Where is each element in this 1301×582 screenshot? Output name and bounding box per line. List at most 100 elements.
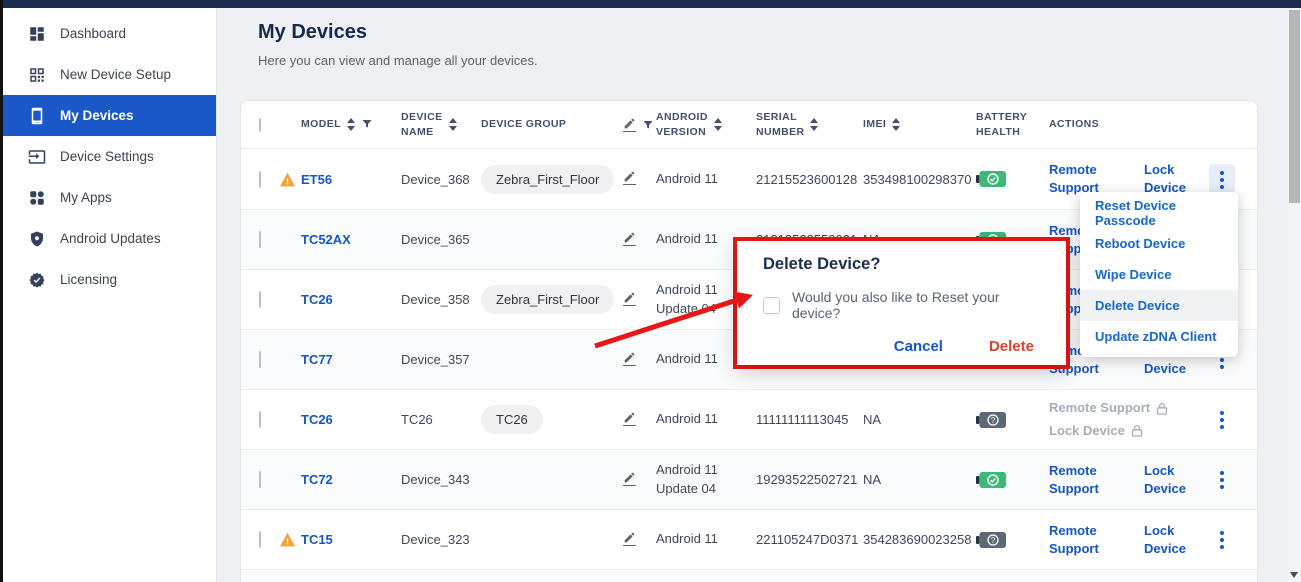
cancel-button[interactable]: Cancel: [894, 338, 943, 355]
remote-support-link[interactable]: Remote Support: [1049, 462, 1144, 497]
device-group-chip: Zebra_First_Floor: [481, 165, 614, 194]
apps-icon: [27, 188, 46, 207]
actions-cell: Remote SupportLock Device: [1049, 397, 1209, 441]
column-header-device-name[interactable]: DEVICE NAME: [401, 110, 443, 138]
scrollbar-track[interactable]: [1288, 8, 1301, 582]
page-title: My Devices: [258, 21, 367, 44]
edit-icon[interactable]: [623, 471, 636, 486]
row-checkbox[interactable]: [259, 531, 261, 548]
edit-icon[interactable]: [623, 117, 636, 132]
column-header-android-version[interactable]: ANDROID VERSION: [656, 110, 708, 138]
sidebar-item-new-device-setup[interactable]: New Device Setup: [3, 54, 216, 95]
device-model-link[interactable]: TC15: [301, 532, 333, 547]
row-more-actions-button[interactable]: [1209, 524, 1235, 556]
sidebar-item-label: New Device Setup: [60, 67, 171, 82]
warning-icon: [279, 172, 301, 187]
sidebar-item-my-devices[interactable]: My Devices: [3, 95, 216, 136]
scrollbar-thumb[interactable]: [1289, 10, 1300, 203]
qr-code-icon: [27, 65, 46, 84]
page-subtitle: Here you can view and manage all your de…: [258, 53, 538, 68]
column-header-actions: ACTIONS: [1049, 117, 1099, 131]
sort-icon[interactable]: [810, 118, 818, 131]
sidebar-item-label: Device Settings: [60, 149, 154, 164]
device-model-link[interactable]: TC52AX: [301, 232, 351, 247]
battery-good-icon: [976, 171, 1049, 187]
row-more-actions-button[interactable]: [1209, 164, 1235, 196]
row-actions-menu: Reset Device PasscodeReboot DeviceWipe D…: [1080, 192, 1238, 357]
serial-number-cell: 19293522502721: [756, 472, 863, 487]
sidebar-item-dashboard[interactable]: Dashboard: [3, 13, 216, 54]
row-checkbox[interactable]: [259, 171, 261, 188]
remote-support-link-disabled: Remote Support: [1049, 397, 1168, 419]
sidebar-item-label: Licensing: [60, 272, 117, 287]
device-model-link[interactable]: TC77: [301, 352, 333, 367]
scrollbar-down-arrow-icon[interactable]: [1290, 572, 1298, 578]
edit-icon[interactable]: [623, 411, 636, 426]
row-checkbox[interactable]: [259, 471, 261, 488]
row-checkbox[interactable]: [259, 411, 261, 428]
sort-icon[interactable]: [347, 118, 355, 131]
device-name-cell: Device_358: [401, 292, 481, 307]
android-version-cell: Android 11 Update 04: [656, 461, 756, 499]
device-group-chip: TC26: [481, 405, 543, 434]
device-model-link[interactable]: TC26: [301, 292, 333, 307]
remote-support-link[interactable]: Remote Support: [1049, 522, 1144, 557]
menu-item-wipe-device[interactable]: Wipe Device: [1080, 259, 1238, 290]
column-header-imei[interactable]: IMEI: [863, 117, 886, 131]
dashboard-icon: [27, 24, 46, 43]
sidebar-item-android-updates[interactable]: Android Updates: [3, 218, 216, 259]
table-row: TC26TC26TC26Android 1111111111113045NA?R…: [241, 389, 1257, 449]
column-header-battery-health[interactable]: BATTERY HEALTH: [976, 110, 1027, 138]
sidebar-nav: Dashboard New Device Setup My Devices Devic…: [3, 8, 217, 582]
filter-icon[interactable]: [642, 119, 654, 131]
battery-unknown-icon: ?: [976, 412, 1049, 428]
sidebar-item-label: Dashboard: [60, 26, 126, 41]
device-model-link[interactable]: TC26: [301, 412, 333, 427]
sidebar-item-label: Android Updates: [60, 231, 161, 246]
menu-item-delete-device[interactable]: Delete Device: [1080, 290, 1238, 321]
sidebar-item-my-apps[interactable]: My Apps: [3, 177, 216, 218]
table-row: TC15Device_323Android 11221105247D037135…: [241, 509, 1257, 569]
lock-device-link[interactable]: Lock Device: [1144, 522, 1209, 557]
sidebar-item-licensing[interactable]: Licensing: [3, 259, 216, 300]
android-version-cell: Android 11: [656, 170, 756, 189]
smartphone-icon: [27, 106, 46, 125]
menu-item-reset-device-passcode[interactable]: Reset Device Passcode: [1080, 197, 1238, 228]
row-checkbox[interactable]: [259, 351, 261, 368]
column-header-model[interactable]: MODEL: [301, 117, 341, 131]
android-version-cell: Android 11: [656, 410, 756, 429]
row-checkbox[interactable]: [259, 231, 261, 248]
edit-icon[interactable]: [623, 170, 636, 185]
imei-cell: 353498100298370: [863, 172, 976, 187]
device-name-cell: Device_323: [401, 532, 481, 547]
sort-icon[interactable]: [892, 118, 900, 131]
filter-icon[interactable]: [361, 118, 373, 130]
dialog-title: Delete Device?: [763, 255, 1040, 274]
lock-device-link[interactable]: Lock Device: [1144, 462, 1209, 497]
edit-icon[interactable]: [623, 531, 636, 546]
sort-icon[interactable]: [449, 118, 457, 131]
column-header-device-group[interactable]: DEVICE GROUP: [481, 117, 566, 131]
window-left-border: [0, 0, 3, 582]
sort-icon[interactable]: [714, 118, 722, 131]
menu-item-reboot-device[interactable]: Reboot Device: [1080, 228, 1238, 259]
serial-number-cell: 21215523600128: [756, 172, 863, 187]
select-all-checkbox[interactable]: [259, 118, 261, 132]
app-window: Dashboard New Device Setup My Devices Devic…: [0, 0, 1301, 582]
sidebar-item-device-settings[interactable]: Device Settings: [3, 136, 216, 177]
row-more-actions-button[interactable]: [1209, 404, 1235, 436]
device-model-link[interactable]: TC72: [301, 472, 333, 487]
column-header-serial-number[interactable]: SERIAL NUMBER: [756, 110, 804, 138]
reset-device-checkbox-label: Would you also like to Reset your device…: [792, 289, 1040, 321]
row-more-actions-button[interactable]: [1209, 464, 1235, 496]
svg-text:?: ?: [991, 415, 996, 424]
edit-icon[interactable]: [623, 231, 636, 246]
warning-icon: [279, 532, 301, 547]
table-header-row: MODEL DEVICE NAME DEVICE GROUP ANDROID V…: [241, 101, 1257, 149]
table-row: TC72Device_343Android 11 Update 04192935…: [241, 449, 1257, 509]
device-model-link[interactable]: ET56: [301, 172, 332, 187]
actions-cell: Remote SupportLock Device: [1049, 462, 1209, 497]
menu-item-update-zdna-client[interactable]: Update zDNA Client: [1080, 321, 1238, 352]
delete-button[interactable]: Delete: [989, 338, 1034, 355]
row-checkbox[interactable]: [259, 291, 261, 308]
